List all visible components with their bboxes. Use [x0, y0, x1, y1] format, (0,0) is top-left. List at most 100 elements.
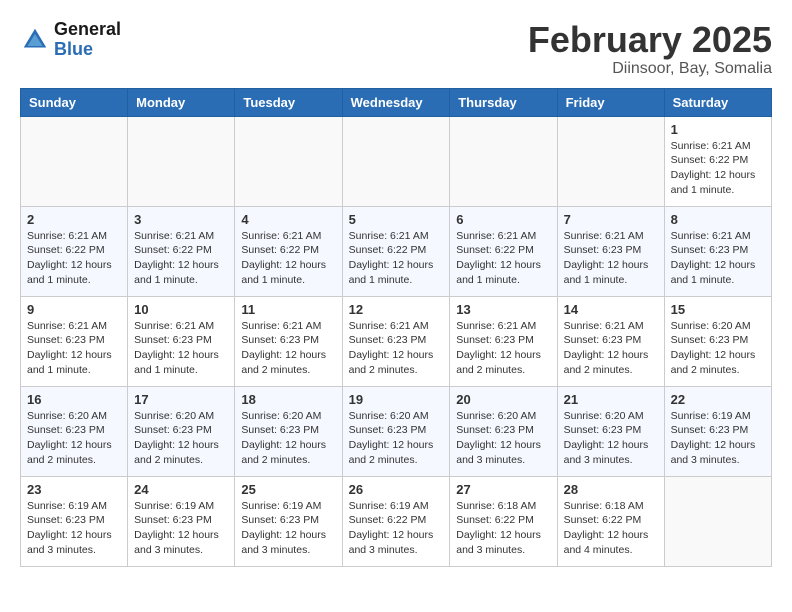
calendar-day-header: Tuesday [235, 88, 342, 116]
day-number: 22 [671, 392, 765, 407]
calendar-day-cell: 23 Sunrise: 6:19 AM Sunset: 6:23 PM Dayli… [21, 476, 128, 566]
calendar-header-row: SundayMondayTuesdayWednesdayThursdayFrid… [21, 88, 772, 116]
calendar-day-cell [450, 116, 557, 206]
day-info: Sunrise: 6:20 AM Sunset: 6:23 PM Dayligh… [564, 409, 658, 468]
day-number: 27 [456, 482, 550, 497]
calendar-day-cell: 10Sunrise: 6:21 AM Sunset: 6:23 PM Dayli… [128, 296, 235, 386]
day-info: Sunrise: 6:21 AM Sunset: 6:23 PM Dayligh… [134, 319, 228, 378]
calendar-day-cell: 17Sunrise: 6:20 AM Sunset: 6:23 PM Dayli… [128, 386, 235, 476]
calendar-day-cell: 2 Sunrise: 6:21 AM Sunset: 6:22 PM Daylig… [21, 206, 128, 296]
day-number: 9 [27, 302, 121, 317]
day-number: 3 [134, 212, 228, 227]
day-number: 5 [349, 212, 444, 227]
calendar-day-cell: 12 Sunrise: 6:21 AM Sunset: 6:23 PM Dayli… [342, 296, 450, 386]
day-number: 23 [27, 482, 121, 497]
calendar-day-cell [128, 116, 235, 206]
calendar-day-cell: 27Sunrise: 6:18 AM Sunset: 6:22 PM Dayli… [450, 476, 557, 566]
day-info: Sunrise: 6:19 AM Sunset: 6:22 PM Dayligh… [349, 499, 444, 558]
calendar-day-cell: 3Sunrise: 6:21 AM Sunset: 6:22 PM Daylig… [128, 206, 235, 296]
day-number: 14 [564, 302, 658, 317]
calendar-day-cell: 1 Sunrise: 6:21 AM Sunset: 6:22 PM Daylig… [664, 116, 771, 206]
calendar-day-cell: 16Sunrise: 6:20 AM Sunset: 6:23 PM Dayli… [21, 386, 128, 476]
day-info: Sunrise: 6:19 AM Sunset: 6:23 PM Dayligh… [27, 499, 121, 558]
calendar-day-cell [664, 476, 771, 566]
day-info: Sunrise: 6:19 AM Sunset: 6:23 PM Dayligh… [134, 499, 228, 558]
calendar-week-row: 2 Sunrise: 6:21 AM Sunset: 6:22 PM Daylig… [21, 206, 772, 296]
day-number: 6 [456, 212, 550, 227]
calendar-day-cell: 14Sunrise: 6:21 AM Sunset: 6:23 PM Dayli… [557, 296, 664, 386]
day-number: 12 [349, 302, 444, 317]
logo-blue: Blue [54, 40, 121, 60]
day-info: Sunrise: 6:21 AM Sunset: 6:23 PM Dayligh… [456, 319, 550, 378]
day-info: Sunrise: 6:20 AM Sunset: 6:23 PM Dayligh… [671, 319, 765, 378]
day-number: 4 [241, 212, 335, 227]
title-section: February 2025 Diinsoor, Bay, Somalia [528, 20, 772, 78]
calendar-day-header: Saturday [664, 88, 771, 116]
calendar-day-header: Wednesday [342, 88, 450, 116]
calendar-day-cell: 5 Sunrise: 6:21 AM Sunset: 6:22 PM Daylig… [342, 206, 450, 296]
day-number: 2 [27, 212, 121, 227]
day-info: Sunrise: 6:21 AM Sunset: 6:23 PM Dayligh… [671, 229, 765, 288]
page-header: General Blue February 2025 Diinsoor, Bay… [20, 20, 772, 78]
calendar-day-cell: 13 Sunrise: 6:21 AM Sunset: 6:23 PM Dayli… [450, 296, 557, 386]
calendar-week-row: 9 Sunrise: 6:21 AM Sunset: 6:23 PM Daylig… [21, 296, 772, 386]
day-info: Sunrise: 6:21 AM Sunset: 6:22 PM Dayligh… [671, 139, 765, 198]
calendar-day-cell: 4 Sunrise: 6:21 AM Sunset: 6:22 PM Daylig… [235, 206, 342, 296]
calendar-day-cell [557, 116, 664, 206]
day-info: Sunrise: 6:21 AM Sunset: 6:23 PM Dayligh… [241, 319, 335, 378]
day-number: 24 [134, 482, 228, 497]
calendar-week-row: 23 Sunrise: 6:19 AM Sunset: 6:23 PM Dayli… [21, 476, 772, 566]
calendar-day-cell [21, 116, 128, 206]
day-number: 11 [241, 302, 335, 317]
calendar-day-cell [342, 116, 450, 206]
calendar-day-cell: 6Sunrise: 6:21 AM Sunset: 6:22 PM Daylig… [450, 206, 557, 296]
calendar-day-header: Sunday [21, 88, 128, 116]
day-info: Sunrise: 6:21 AM Sunset: 6:22 PM Dayligh… [27, 229, 121, 288]
month-title: February 2025 [528, 20, 772, 60]
logo-text: General Blue [54, 20, 121, 60]
calendar-day-cell: 25 Sunrise: 6:19 AM Sunset: 6:23 PM Dayli… [235, 476, 342, 566]
day-number: 15 [671, 302, 765, 317]
logo-general: General [54, 20, 121, 40]
calendar-day-header: Monday [128, 88, 235, 116]
calendar-day-cell: 7 Sunrise: 6:21 AM Sunset: 6:23 PM Daylig… [557, 206, 664, 296]
day-info: Sunrise: 6:19 AM Sunset: 6:23 PM Dayligh… [671, 409, 765, 468]
logo: General Blue [20, 20, 121, 60]
calendar-day-cell: 15 Sunrise: 6:20 AM Sunset: 6:23 PM Dayli… [664, 296, 771, 386]
day-info: Sunrise: 6:20 AM Sunset: 6:23 PM Dayligh… [27, 409, 121, 468]
day-info: Sunrise: 6:21 AM Sunset: 6:23 PM Dayligh… [349, 319, 444, 378]
location: Diinsoor, Bay, Somalia [528, 60, 772, 78]
calendar-week-row: 1 Sunrise: 6:21 AM Sunset: 6:22 PM Daylig… [21, 116, 772, 206]
day-info: Sunrise: 6:21 AM Sunset: 6:23 PM Dayligh… [27, 319, 121, 378]
day-number: 25 [241, 482, 335, 497]
day-number: 1 [671, 122, 765, 137]
calendar-day-cell: 8 Sunrise: 6:21 AM Sunset: 6:23 PM Daylig… [664, 206, 771, 296]
calendar-day-cell: 19 Sunrise: 6:20 AM Sunset: 6:23 PM Dayli… [342, 386, 450, 476]
day-number: 26 [349, 482, 444, 497]
calendar-day-cell: 11 Sunrise: 6:21 AM Sunset: 6:23 PM Dayli… [235, 296, 342, 386]
day-number: 8 [671, 212, 765, 227]
day-info: Sunrise: 6:19 AM Sunset: 6:23 PM Dayligh… [241, 499, 335, 558]
day-number: 19 [349, 392, 444, 407]
day-number: 20 [456, 392, 550, 407]
day-info: Sunrise: 6:20 AM Sunset: 6:23 PM Dayligh… [349, 409, 444, 468]
calendar-day-cell: 22 Sunrise: 6:19 AM Sunset: 6:23 PM Dayli… [664, 386, 771, 476]
calendar-day-cell [235, 116, 342, 206]
calendar-day-header: Thursday [450, 88, 557, 116]
calendar-day-cell: 26 Sunrise: 6:19 AM Sunset: 6:22 PM Dayli… [342, 476, 450, 566]
calendar-day-header: Friday [557, 88, 664, 116]
day-info: Sunrise: 6:20 AM Sunset: 6:23 PM Dayligh… [456, 409, 550, 468]
day-number: 28 [564, 482, 658, 497]
day-number: 18 [241, 392, 335, 407]
day-number: 13 [456, 302, 550, 317]
calendar-day-cell: 9 Sunrise: 6:21 AM Sunset: 6:23 PM Daylig… [21, 296, 128, 386]
day-info: Sunrise: 6:21 AM Sunset: 6:22 PM Dayligh… [349, 229, 444, 288]
day-info: Sunrise: 6:21 AM Sunset: 6:23 PM Dayligh… [564, 229, 658, 288]
day-number: 21 [564, 392, 658, 407]
logo-icon [20, 25, 50, 55]
day-info: Sunrise: 6:20 AM Sunset: 6:23 PM Dayligh… [241, 409, 335, 468]
day-info: Sunrise: 6:21 AM Sunset: 6:22 PM Dayligh… [241, 229, 335, 288]
calendar-day-cell: 24 Sunrise: 6:19 AM Sunset: 6:23 PM Dayli… [128, 476, 235, 566]
day-info: Sunrise: 6:20 AM Sunset: 6:23 PM Dayligh… [134, 409, 228, 468]
day-number: 7 [564, 212, 658, 227]
